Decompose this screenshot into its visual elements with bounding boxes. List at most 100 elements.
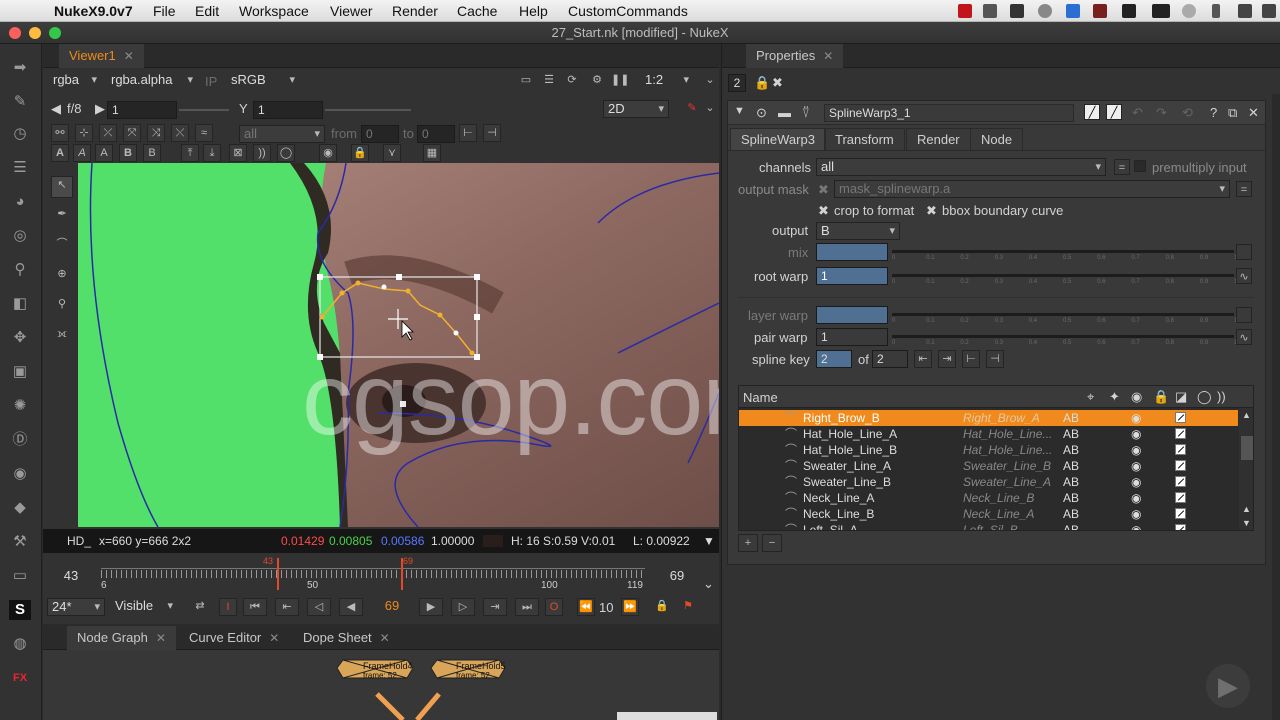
list-item[interactable]: ⌒ Right_Brow_B Right_Brow_A AB ◉ — [739, 410, 1238, 426]
undo-icon[interactable]: ↶ — [1132, 105, 1143, 121]
node-framehold4[interactable]: FrameHold4 — [363, 661, 413, 671]
app-menu[interactable]: NukeX9.0v7 — [54, 3, 133, 19]
channels-dropdown[interactable]: rgba — [49, 72, 101, 90]
close-icon[interactable]: ✕ — [1248, 105, 1259, 121]
play-backward-icon[interactable]: ◀ — [339, 598, 363, 616]
text-outline-icon[interactable]: A — [95, 144, 113, 162]
deep-nodes-icon[interactable]: Ⓓ — [9, 430, 31, 450]
dropbox-icon[interactable] — [1010, 4, 1024, 18]
output-mask-dropdown[interactable]: mask_splinewarp.a — [834, 180, 1230, 198]
cusp-icon[interactable]: ⤧ — [123, 124, 141, 142]
spline-down-icon[interactable]: ⤓ — [203, 144, 221, 162]
output-mask-checkbox[interactable]: ✖ — [818, 182, 829, 198]
menu-file[interactable]: File — [153, 3, 176, 19]
film-icon[interactable]: ▬ — [778, 105, 791, 120]
chevron-down-icon[interactable]: ⌄ — [703, 576, 714, 592]
fstop-right-icon[interactable]: ▶ — [95, 101, 105, 117]
menu-render[interactable]: Render — [392, 3, 438, 19]
status-cloud-icon[interactable] — [1038, 4, 1052, 18]
list-item[interactable]: ⌒ Left_Sil_A Left_Sil_B AB ◉ — [739, 522, 1238, 530]
frame-slider[interactable]: 43 69 6 50 100 119 — [101, 556, 645, 592]
grid-icon[interactable]: ▦ — [423, 144, 441, 162]
tab-render[interactable]: Render — [906, 128, 971, 150]
root-warp-slider[interactable]: 00.10.20.30.40.50.60.70.80.91 — [892, 266, 1237, 286]
list-item[interactable]: ⌒ Sweater_Line_A Sweater_Line_B AB ◉ — [739, 458, 1238, 474]
target-icon[interactable]: ⌖ — [1087, 389, 1094, 405]
close-icon[interactable]: ✕ — [823, 49, 833, 63]
menu-customcommands[interactable]: CustomCommands — [568, 3, 688, 19]
list-item[interactable]: ⌒ Hat_Hole_Line_B Hat_Hole_Line... AB ◉ — [739, 442, 1238, 458]
pin-tool-icon[interactable]: ⚲ — [51, 296, 73, 318]
list-item[interactable]: ⌒ Hat_Hole_Line_A Hat_Hole_Line... AB ◉ — [739, 426, 1238, 442]
in-point-icon[interactable]: I — [219, 598, 237, 616]
feather-icon[interactable]: ⤫ — [99, 124, 117, 142]
zoom-window-button[interactable] — [49, 27, 61, 39]
color-swatch-icon[interactable] — [1175, 412, 1186, 423]
lock-icon[interactable]: 🔒 — [754, 75, 770, 91]
gain-slider[interactable] — [179, 109, 229, 111]
mix-anim-icon[interactable] — [1236, 244, 1252, 260]
playback-mode-icon[interactable]: ⇄ — [191, 598, 209, 616]
max-panels-field[interactable]: 2 — [728, 74, 746, 92]
wifi-icon[interactable] — [1262, 4, 1276, 18]
scroll-up-icon[interactable]: ▲ — [1242, 504, 1251, 514]
output-dropdown[interactable]: B — [816, 222, 900, 240]
eye-icon[interactable]: ◉ — [1131, 389, 1142, 405]
next-key-icon[interactable]: ⇥ — [483, 598, 507, 616]
visible-range-dropdown[interactable]: Visible — [111, 598, 177, 616]
bbox-icon[interactable]: ⊠ — [229, 144, 247, 162]
in-frame-field[interactable]: 43 — [49, 566, 89, 588]
viewer-canvas[interactable]: cgsop.com — [78, 163, 719, 527]
menu-cache[interactable]: Cache — [457, 3, 497, 19]
last-frame-icon[interactable]: ⏭ — [515, 598, 539, 616]
to-field[interactable]: 0 — [417, 125, 455, 143]
out-frame-field[interactable]: 69 — [655, 566, 695, 588]
list-header-name[interactable]: Name — [743, 390, 778, 405]
mask-icon[interactable]: ⋎ — [383, 144, 401, 162]
channel-link-icon[interactable]: = — [1114, 159, 1130, 175]
color-icon[interactable]: ◪ — [1175, 389, 1187, 405]
smartvector-icon[interactable]: S — [9, 600, 31, 620]
mask-link-icon[interactable]: = — [1236, 181, 1252, 197]
eye-icon[interactable]: ◉ — [319, 144, 337, 162]
mix-field[interactable]: 1 — [816, 243, 888, 261]
tab-splinewarp3[interactable]: SplineWarp3 — [730, 128, 826, 150]
scroll-down-icon[interactable]: ▼ — [1242, 518, 1251, 528]
lock-icon[interactable]: 🔒 — [1153, 389, 1169, 405]
toolsets-icon[interactable]: ⚒ — [9, 532, 31, 552]
status-blue-icon[interactable] — [1066, 4, 1080, 18]
properties-scrollbar[interactable] — [1272, 94, 1280, 720]
tab-properties[interactable]: Properties ✕ — [746, 44, 844, 68]
bold-icon[interactable]: B — [119, 144, 137, 162]
text-italic-icon[interactable]: A — [73, 144, 91, 162]
eye-icon[interactable]: ◉ — [1131, 458, 1141, 474]
eye-icon[interactable]: ◉ — [1131, 410, 1141, 426]
gamma-slider[interactable] — [325, 109, 411, 111]
draw-nodes-icon[interactable]: ✎ — [9, 92, 31, 112]
pen-tool-icon[interactable]: ✒ — [51, 206, 73, 228]
views-nodes-icon[interactable]: ◉ — [9, 464, 31, 484]
layer-warp-field[interactable]: 1 — [816, 306, 888, 324]
skip-back-icon[interactable]: ⏪ — [577, 598, 595, 616]
play-forward-icon[interactable]: ▶ — [419, 598, 443, 616]
pen-icon[interactable]: ✎ — [683, 100, 701, 118]
eye-icon[interactable]: ◉ — [1131, 442, 1141, 458]
other-nodes-icon[interactable]: ▭ — [9, 566, 31, 586]
ellipse-icon[interactable]: ◯ — [277, 144, 295, 162]
color-swatch-icon[interactable] — [1175, 476, 1186, 487]
eye-icon[interactable]: ◉ — [1131, 506, 1141, 522]
battery-icon[interactable] — [1152, 4, 1170, 18]
layer-warp-slider[interactable]: 00.10.20.30.40.50.60.70.80.91 — [892, 305, 1237, 325]
help-icon[interactable]: ? — [1210, 105, 1217, 120]
filter-nodes-icon[interactable]: ◎ — [9, 226, 31, 246]
center-node-icon[interactable]: ⊙ — [756, 105, 767, 121]
color-swatch-icon[interactable] — [1175, 460, 1186, 471]
close-icon[interactable]: ✕ — [156, 631, 166, 645]
motionblur-icon[interactable]: )) — [1217, 389, 1226, 404]
zoom-dropdown[interactable]: 1:2 — [641, 72, 693, 90]
add-points-tool-icon[interactable]: ⊕ — [51, 266, 73, 288]
cache-icon[interactable]: ⚑ — [679, 598, 697, 616]
prev-spline-key-icon[interactable]: ⇤ — [914, 350, 932, 368]
image-nodes-icon[interactable]: ➡ — [9, 58, 31, 78]
add-key-icon[interactable]: ⊢ — [459, 124, 477, 142]
